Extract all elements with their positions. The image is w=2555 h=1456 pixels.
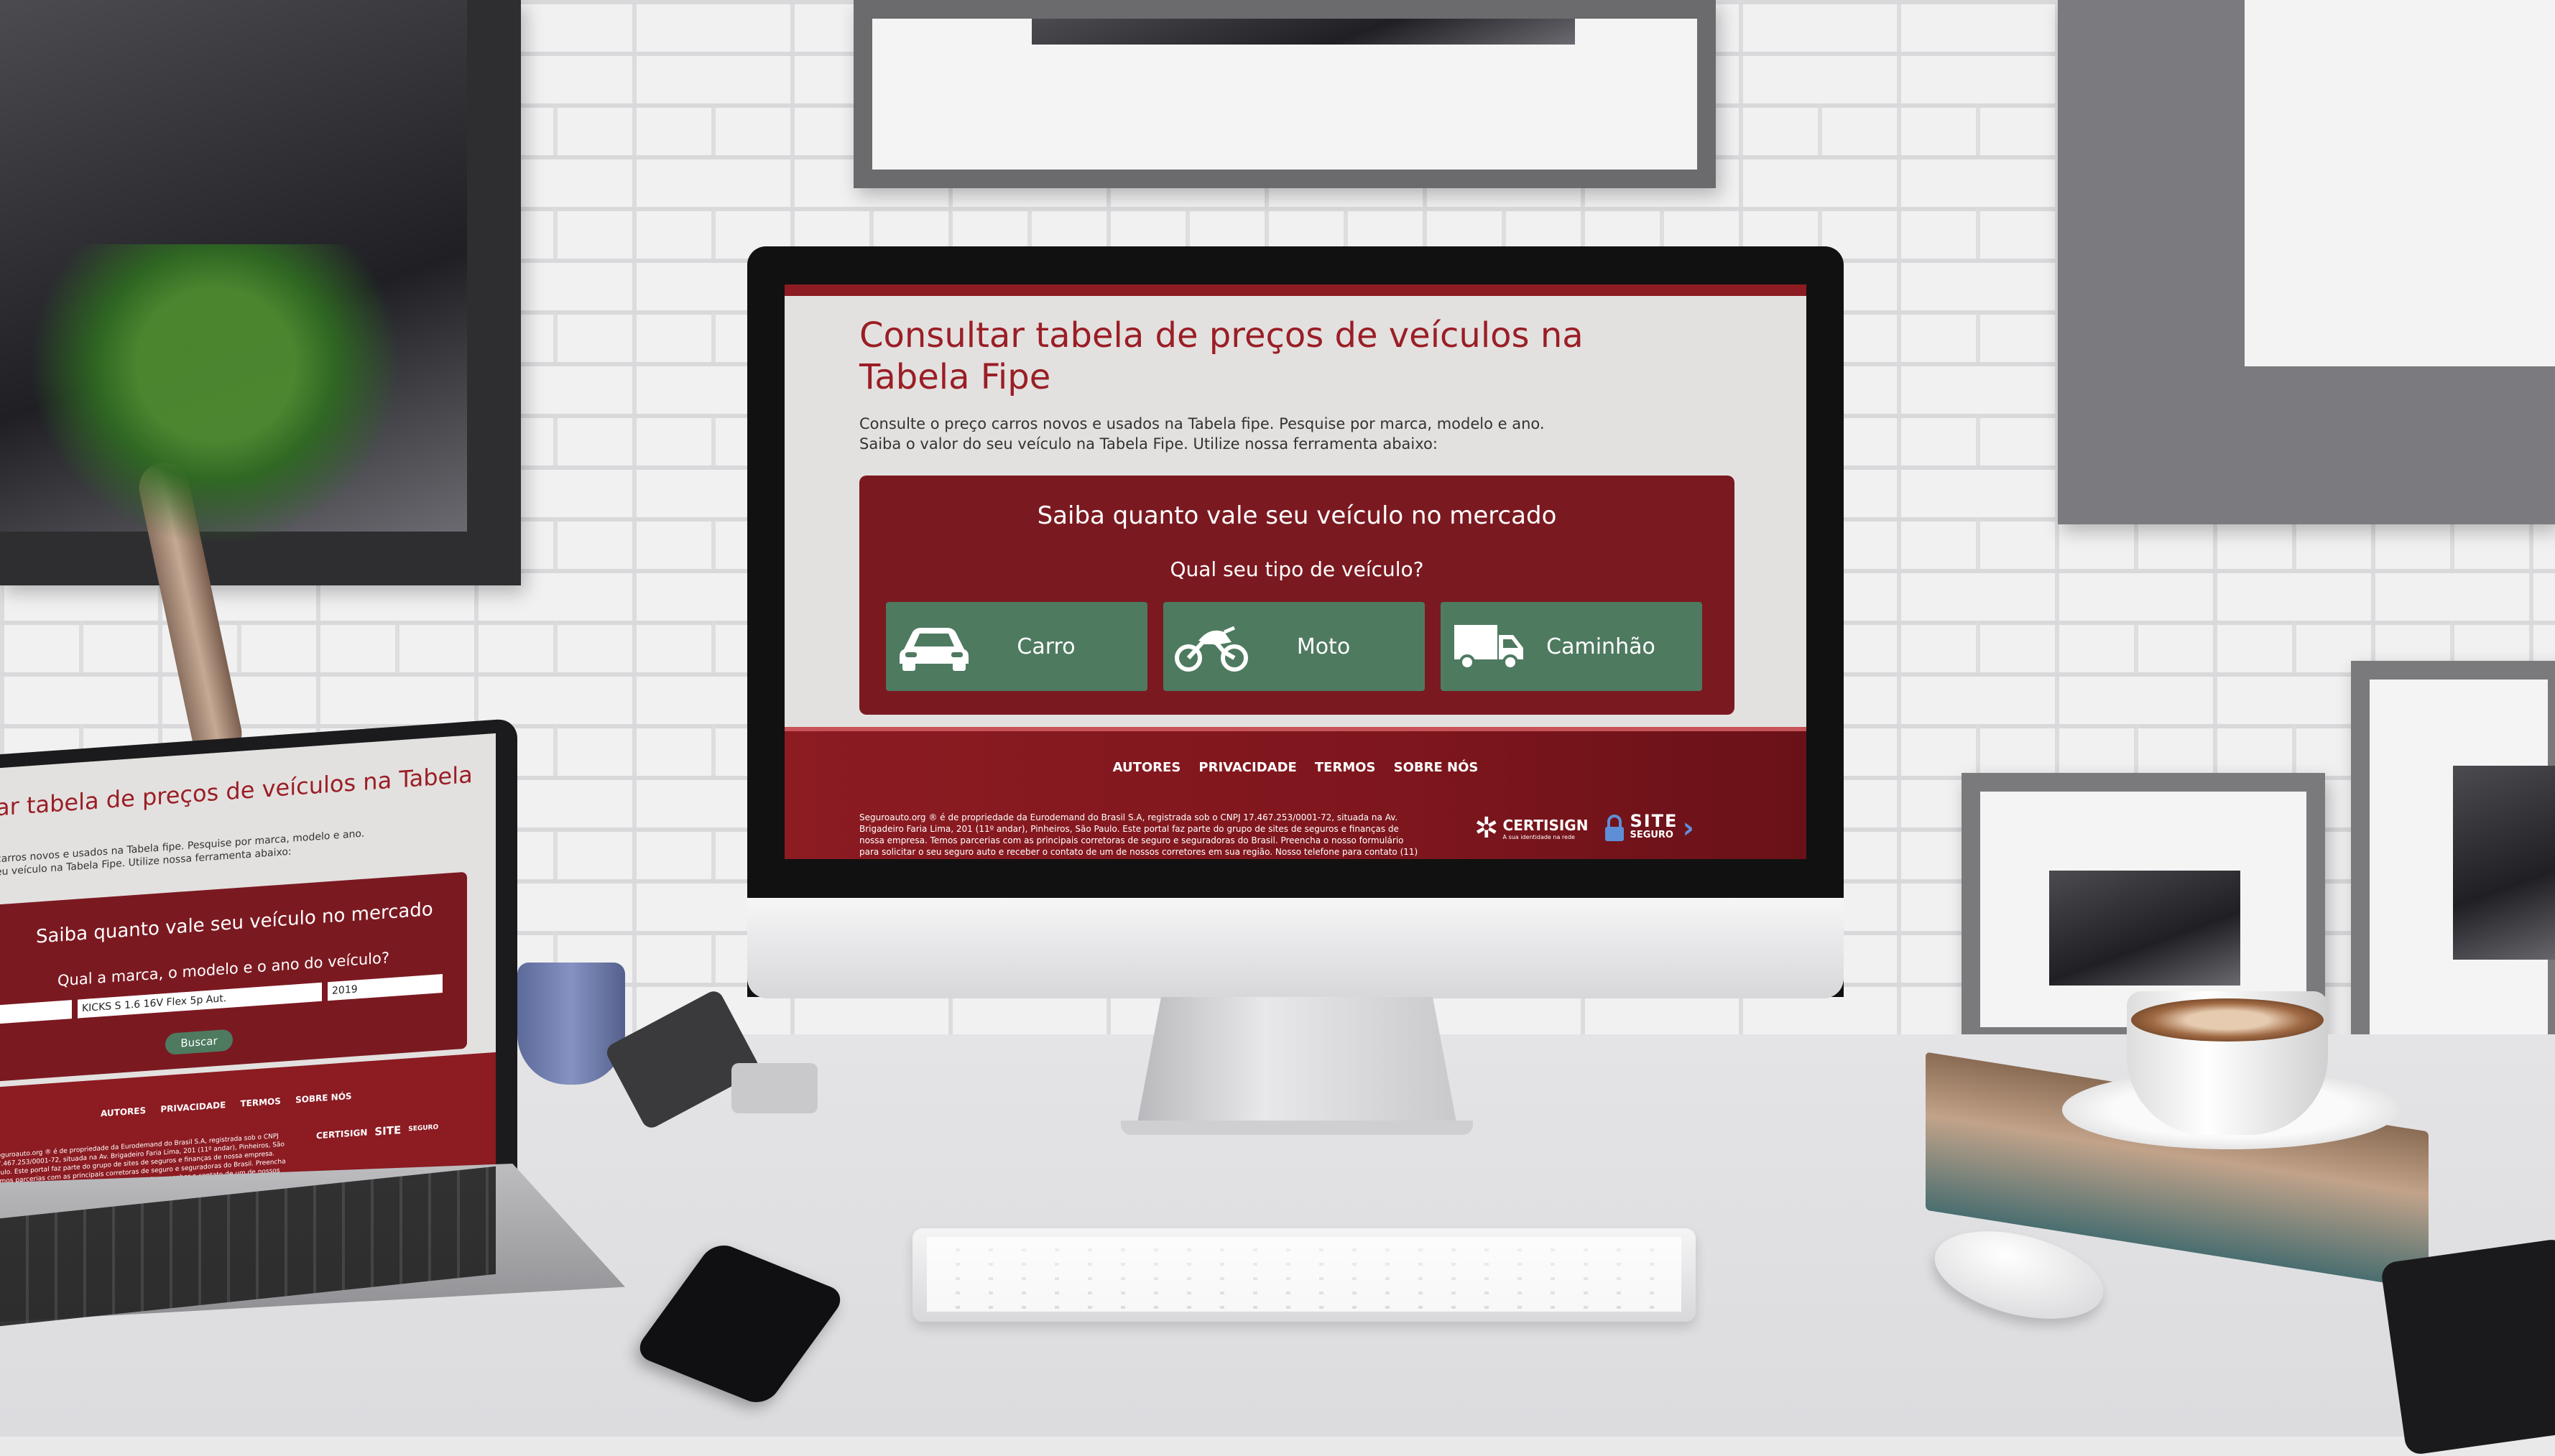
truck-button-label: Caminhão [1546,634,1655,659]
truck-button[interactable]: Caminhão [1441,602,1702,691]
car-button[interactable]: Carro [886,602,1147,691]
imac-stand [1135,997,1459,1133]
laptop-screen: ar tabela de preços de veículos na Tabel… [0,733,496,1207]
footer-link-sobre-nos[interactable]: SOBRE NÓS [1394,760,1479,775]
keyboard [912,1228,1696,1322]
imac-stand-base [1121,1121,1473,1135]
laptop-vehicle-widget: Saiba quanto vale seu veículo no mercado… [0,871,467,1082]
desk-frame-tall [2351,661,2555,1063]
widget-title: Saiba quanto vale seu veículo no mercado [1037,501,1557,530]
vehicle-widget: Saiba quanto vale seu veículo no mercado… [859,476,1734,715]
year-select[interactable]: 2019 [328,974,443,1001]
certisign-tagline: A sua identidade na rede [1502,833,1575,840]
truck-icon [1449,618,1528,675]
padlock-icon [1605,815,1625,841]
brand-select[interactable] [0,1000,72,1024]
laptop-intro: carros novos e usados na Tabela fipe. Pe… [0,827,364,879]
tape-dispenser [731,1063,818,1113]
intro-line-2: Saiba o valor do seu veículo na Tabela F… [859,435,1438,453]
plant-pot [517,963,625,1085]
footer-link-privacidade[interactable]: PRIVACIDADE [1198,760,1296,775]
certisign-star-icon: ✲ [1474,812,1499,845]
latte-art [2131,998,2324,1042]
intro-line-1: Consulte o preço carros novos e usados n… [859,415,1545,432]
wall-frame-right [2058,0,2555,524]
model-select[interactable]: KICKS S 1.6 16V Flex 5p Aut. [78,982,322,1019]
footer-links: AUTORES PRIVACIDADE TERMOS SOBRE NÓS [785,760,1806,775]
car-icon [895,618,974,675]
security-seals: ✲ CERTISIGN A sua identidade na rede SIT… [1474,812,1694,845]
page-title: Consultar tabela de preços de veículos n… [859,315,1584,397]
laptop-widget-title: Saiba quanto vale seu veículo no mercado [36,898,433,948]
certisign-seal: ✲ CERTISIGN A sua identidade na rede [1474,814,1588,843]
search-button[interactable]: Buscar [165,1029,233,1056]
bonsai-foliage [29,244,402,546]
intro-text: Consulte o preço carros novos e usados n… [859,414,1686,454]
imac-chin [747,898,1844,998]
laptop-link-privacidade[interactable]: PRIVACIDADE [160,1100,226,1114]
laptop-page-title: ar tabela de preços de veículos na Tabel… [0,761,473,822]
car-button-label: Carro [1017,634,1076,659]
motorcycle-button[interactable]: Moto [1163,602,1425,691]
laptop-footer-links: AUTORES PRIVACIDADE TERMOS SOBRE NÓS [101,1090,364,1118]
footer-legal-text: Seguroauto.org ® é de propriedade da Eur… [859,812,1418,859]
chevron-right-icon: › [1682,812,1694,845]
site-seguro-seal: SITE SEGURO › [1604,812,1694,845]
vehicle-type-question: Qual seu tipo de veículo? [1170,557,1424,581]
footer-link-autores[interactable]: AUTORES [1113,760,1181,775]
seguro-label: SEGURO [1630,830,1673,840]
laptop-link-sobre-nos[interactable]: SOBRE NÓS [295,1091,352,1105]
certisign-label: CERTISIGN [1502,816,1589,834]
laptop-link-autores[interactable]: AUTORES [101,1105,146,1118]
laptop-seals: CERTISIGN SITE SEGURO [316,1121,438,1142]
site-label: SITE [1630,811,1678,831]
footer-link-termos[interactable]: TERMOS [1315,760,1376,775]
imac-screen: Consultar tabela de preços de veículos n… [785,284,1806,859]
motorcycle-icon [1172,618,1251,675]
laptop-seguro-label: SEGURO [408,1123,439,1133]
laptop-site-label: SITE [374,1123,402,1139]
laptop-certisign-label: CERTISIGN [316,1127,368,1141]
header-strip [785,284,1806,296]
tablet [2380,1238,2555,1456]
wall-frame-top [854,0,1716,188]
motorcycle-button-label: Moto [1296,634,1351,659]
site-footer: AUTORES PRIVACIDADE TERMOS SOBRE NÓS Seg… [785,727,1806,859]
laptop-link-termos[interactable]: TERMOS [240,1096,280,1109]
